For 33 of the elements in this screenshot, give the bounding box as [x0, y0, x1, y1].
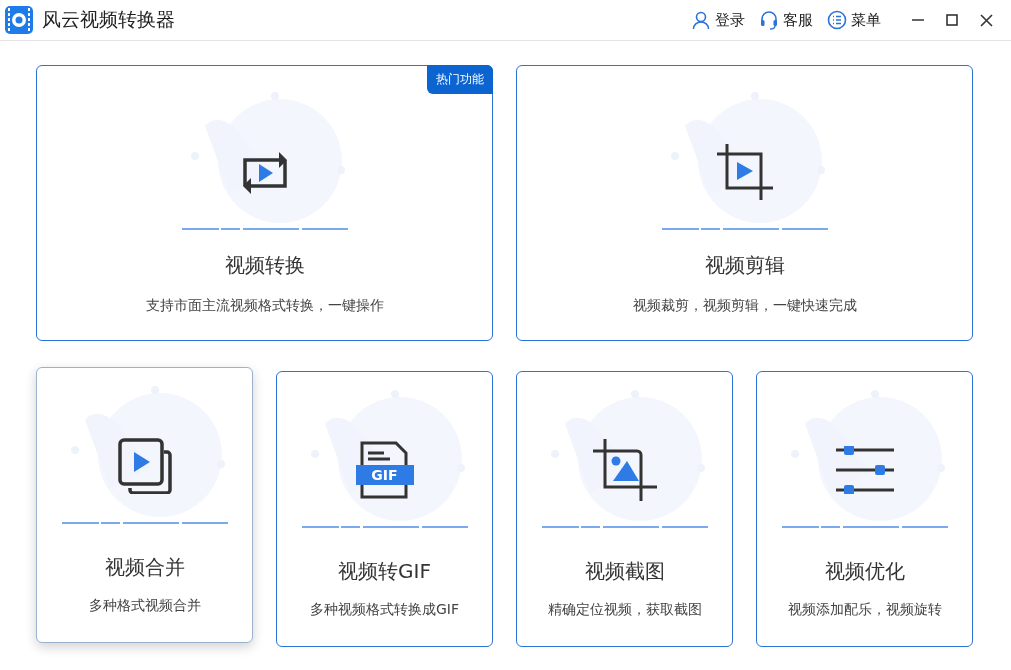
feature-description: 精确定位视频，获取截图: [547, 601, 702, 619]
headset-button[interactable]: 客服: [759, 10, 813, 30]
maximize-icon: [946, 14, 958, 26]
feature-card[interactable]: 视频剪辑 视频裁剪，视频剪辑，一键快速完成: [516, 65, 973, 341]
feature-description: 视频添加配乐，视频旋转: [787, 601, 942, 619]
feature-title: 视频合并: [104, 554, 185, 581]
feature-title: 视频优化: [824, 558, 905, 585]
feature-description: 视频裁剪，视频剪辑，一键快速完成: [632, 297, 857, 315]
close-icon: [979, 13, 993, 27]
feature-title: 视频转GIF: [338, 558, 431, 585]
feature-title: 视频转换: [224, 252, 305, 279]
feature-description: 支持市面主流视频格式转换，一键操作: [145, 297, 384, 315]
user-icon: [691, 10, 711, 30]
crop-play-icon: [716, 144, 773, 200]
stacked-play-icon: [117, 438, 172, 494]
feature-description: 多种视频格式转换成GIF: [310, 601, 459, 619]
feature-card[interactable]: 视频优化 视频添加配乐，视频旋转: [756, 371, 973, 647]
feature-title: 视频截图: [584, 558, 665, 585]
menu-icon: [827, 10, 847, 30]
feature-card[interactable]: GIF 视频转GIF 多种视频格式转换成GIF: [276, 371, 493, 647]
headset-icon: [759, 10, 779, 30]
crop-image-icon: [592, 439, 657, 501]
app-logo-icon: [4, 5, 34, 35]
hot-badge: 热门功能: [427, 65, 493, 94]
window-title: 风云视频转换器: [42, 7, 175, 32]
feature-card[interactable]: 热门功能 视频转换 支持市面主流视频格式转换，一键操作: [36, 65, 493, 341]
feature-card[interactable]: 视频合并 多种格式视频合并: [36, 367, 253, 643]
user-button[interactable]: 登录: [691, 10, 745, 30]
feature-card[interactable]: 视频截图 精确定位视频，获取截图: [516, 371, 733, 647]
feature-description: 多种格式视频合并: [88, 597, 201, 615]
menu-button[interactable]: 菜单: [827, 10, 881, 30]
sliders-icon: [835, 446, 894, 494]
feature-title: 视频剪辑: [704, 252, 785, 279]
